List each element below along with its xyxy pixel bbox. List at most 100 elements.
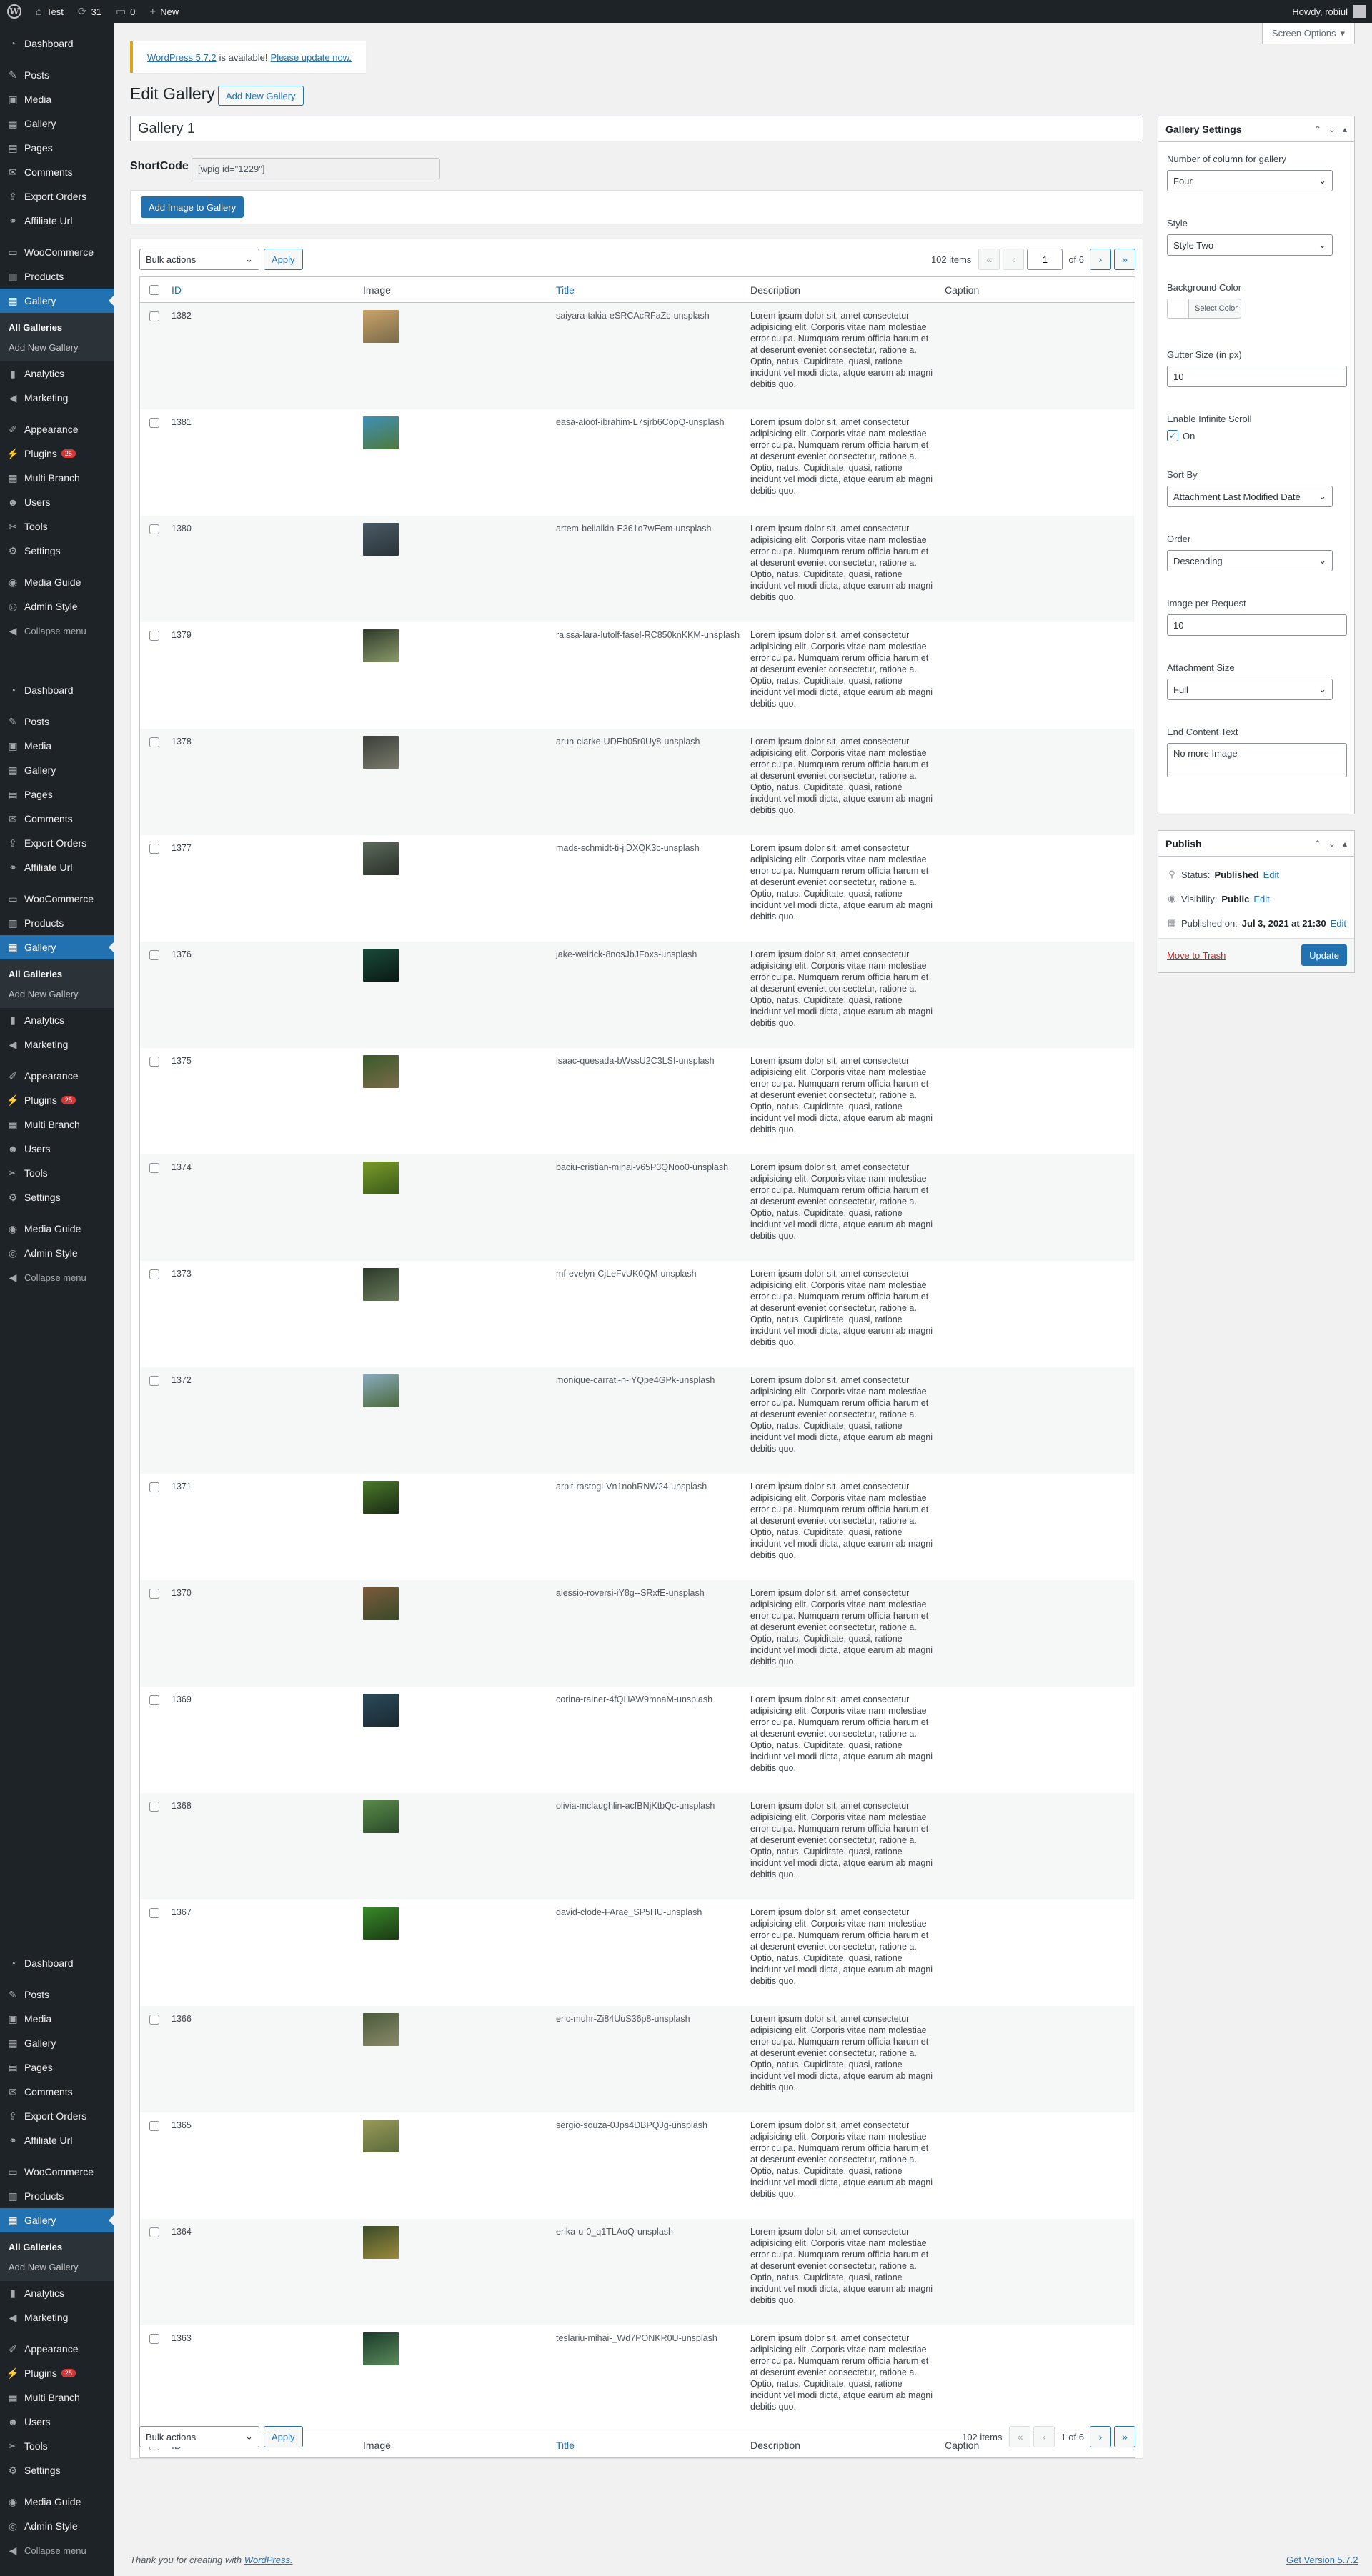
table-row[interactable]: 1367 david-clode-FArae_SP5HU-unsplash Lore…: [140, 1899, 1135, 2006]
row-checkbox[interactable]: [149, 1908, 159, 1918]
update-now-link[interactable]: Please update now.: [271, 52, 352, 63]
image-thumbnail[interactable]: [363, 949, 399, 982]
image-thumbnail[interactable]: [363, 1374, 399, 1407]
row-checkbox[interactable]: [149, 1057, 159, 1067]
table-row[interactable]: 1376 jake-weirick-8nosJbJFoxs-unsplash Lor…: [140, 942, 1135, 1048]
sidebar-item-comments[interactable]: ✉ Comments: [0, 160, 114, 184]
style-select[interactable]: Style Two ⌄: [1167, 234, 1333, 256]
sidebar-item-analytics[interactable]: ▮ Analytics: [0, 2281, 114, 2305]
row-checkbox[interactable]: [149, 1376, 159, 1386]
row-checkbox[interactable]: [149, 1482, 159, 1492]
sidebar-item-collapse-menu[interactable]: ◀ Collapse menu: [0, 2538, 114, 2562]
sidebar-item-dashboard[interactable]: ◔ Dashboard: [0, 1951, 114, 1975]
sidebar-item-export-orders[interactable]: ⇪ Export Orders: [0, 2104, 114, 2128]
image-thumbnail[interactable]: [363, 523, 399, 556]
sidebar-item-export-orders[interactable]: ⇪ Export Orders: [0, 831, 114, 855]
sidebar-item-woocommerce[interactable]: ▭ WooCommerce: [0, 240, 114, 264]
column-title[interactable]: Title: [556, 284, 750, 296]
sidebar-item-products[interactable]: ▥ Products: [0, 911, 114, 935]
sidebar-item-analytics[interactable]: ▮ Analytics: [0, 361, 114, 386]
image-thumbnail[interactable]: [363, 1587, 399, 1620]
row-checkbox[interactable]: [149, 844, 159, 854]
move-up-icon[interactable]: ⌃: [1314, 124, 1321, 134]
sidebar-item-collapse-menu[interactable]: ◀ Collapse menu: [0, 1265, 114, 1289]
table-row[interactable]: 1378 arun-clarke-UDEb05r0Uy8-unsplash Lore…: [140, 729, 1135, 835]
move-down-icon[interactable]: ⌄: [1328, 124, 1336, 134]
table-row[interactable]: 1372 monique-carrati-n-iYQpe4GPk-unsplash…: [140, 1367, 1135, 1474]
sidebar-item-media-guide[interactable]: ◉ Media Guide: [0, 1217, 114, 1241]
wp-logo-menu[interactable]: W: [0, 0, 29, 23]
sort-by-select[interactable]: Attachment Last Modified Date ⌄: [1167, 486, 1333, 507]
image-thumbnail[interactable]: [363, 1907, 399, 1940]
row-checkbox[interactable]: [149, 418, 159, 428]
image-thumbnail[interactable]: [363, 1694, 399, 1727]
sidebar-item-marketing[interactable]: ◀ Marketing: [0, 1032, 114, 1057]
sidebar-item-admin-style[interactable]: ◎ Admin Style: [0, 594, 114, 619]
sidebar-item-admin-style[interactable]: ◎ Admin Style: [0, 2514, 114, 2538]
table-row[interactable]: 1364 erika-u-0_q1TLAoQ-unsplash Lorem ipsu…: [140, 2219, 1135, 2325]
sidebar-item-affiliate-url[interactable]: ⚭ Affiliate Url: [0, 855, 114, 879]
sidebar-item-multi-branch[interactable]: ▦ Multi Branch: [0, 466, 114, 490]
row-checkbox[interactable]: [149, 2334, 159, 2344]
order-select[interactable]: Descending ⌄: [1167, 550, 1333, 571]
table-row[interactable]: 1366 eric-muhr-Zi84UuS36p8-unsplash Lorem …: [140, 2006, 1135, 2112]
table-row[interactable]: 1371 arpit-rastogi-Vn1nohRNW24-unsplash Lo…: [140, 1474, 1135, 1580]
image-thumbnail[interactable]: [363, 310, 399, 343]
get-version-link[interactable]: Get Version 5.7.2: [1286, 2555, 1358, 2565]
image-thumbnail[interactable]: [363, 2226, 399, 2259]
sidebar-item-products[interactable]: ▥ Products: [0, 2184, 114, 2208]
sidebar-item-posts[interactable]: ✎ Posts: [0, 1982, 114, 2007]
image-thumbnail[interactable]: [363, 629, 399, 662]
row-checkbox[interactable]: [149, 737, 159, 747]
apply-button[interactable]: Apply: [264, 2426, 303, 2447]
sidebar-item-gallery[interactable]: ▦ Gallery: [0, 758, 114, 782]
move-to-trash-link[interactable]: Move to Trash: [1167, 950, 1226, 961]
sidebar-item-marketing[interactable]: ◀ Marketing: [0, 386, 114, 410]
sidebar-item-media-guide[interactable]: ◉ Media Guide: [0, 2490, 114, 2514]
table-row[interactable]: 1379 raissa-lara-lutolf-fasel-RC850knKKM-…: [140, 622, 1135, 729]
sidebar-item-appearance[interactable]: ✐ Appearance: [0, 1064, 114, 1088]
sidebar-item-media-guide[interactable]: ◉ Media Guide: [0, 570, 114, 594]
sidebar-item-plugins[interactable]: ⚡ Plugins 25: [0, 2361, 114, 2385]
sidebar-item-affiliate-url[interactable]: ⚭ Affiliate Url: [0, 209, 114, 233]
row-checkbox[interactable]: [149, 1589, 159, 1599]
row-checkbox[interactable]: [149, 311, 159, 321]
next-page-button[interactable]: ›: [1090, 2426, 1111, 2447]
wordpress-link[interactable]: WordPress.: [244, 2555, 293, 2565]
row-checkbox[interactable]: [149, 524, 159, 534]
sidebar-item-users[interactable]: ☻ Users: [0, 1137, 114, 1161]
row-checkbox[interactable]: [149, 1695, 159, 1705]
gallery-title-input[interactable]: [130, 116, 1143, 141]
avatar[interactable]: [1353, 5, 1366, 18]
shortcode-field[interactable]: [192, 158, 440, 179]
move-down-icon[interactable]: ⌄: [1328, 839, 1336, 849]
next-page-button[interactable]: ›: [1090, 249, 1111, 270]
sidebar-item-settings[interactable]: ⚙ Settings: [0, 539, 114, 563]
table-row[interactable]: 1370 alessio-roversi-iY8g--SRxfE-unsplash…: [140, 1580, 1135, 1687]
image-thumbnail[interactable]: [363, 1268, 399, 1301]
sidebar-item-users[interactable]: ☻ Users: [0, 2410, 114, 2434]
image-thumbnail[interactable]: [363, 2332, 399, 2365]
submenu-item-all-galleries[interactable]: All Galleries: [0, 964, 114, 984]
sidebar-item-settings[interactable]: ⚙ Settings: [0, 2458, 114, 2482]
row-checkbox[interactable]: [149, 2121, 159, 2131]
sidebar-item-posts[interactable]: ✎ Posts: [0, 63, 114, 87]
submenu-item-add-new-gallery[interactable]: Add New Gallery: [0, 984, 114, 1004]
table-row[interactable]: 1368 olivia-mclaughlin-acfBNjKtbQc-unspla…: [140, 1793, 1135, 1899]
image-thumbnail[interactable]: [363, 1800, 399, 1833]
table-row[interactable]: 1381 easa-aloof-ibrahim-L7sjrb6CopQ-unspl…: [140, 409, 1135, 516]
image-thumbnail[interactable]: [363, 2013, 399, 2046]
sidebar-item-gallery[interactable]: ▦ Gallery: [0, 2208, 114, 2232]
attachment-size-select[interactable]: Full ⌄: [1167, 679, 1333, 700]
table-row[interactable]: 1380 artem-beliaikin-E361o7wEem-unsplash L…: [140, 516, 1135, 622]
table-row[interactable]: 1365 sergio-souza-0Jps4DBPQJg-unsplash Lor…: [140, 2112, 1135, 2219]
last-page-button[interactable]: »: [1114, 249, 1135, 270]
submenu-item-all-galleries[interactable]: All Galleries: [0, 2237, 114, 2257]
sidebar-item-posts[interactable]: ✎ Posts: [0, 709, 114, 734]
sidebar-item-gallery[interactable]: ▦ Gallery: [0, 289, 114, 313]
row-checkbox[interactable]: [149, 2015, 159, 2025]
table-row[interactable]: 1363 teslariu-mihai-_Wd7PONKR0U-unsplash L…: [140, 2325, 1135, 2432]
sidebar-item-pages[interactable]: ▤ Pages: [0, 136, 114, 160]
submenu-item-all-galleries[interactable]: All Galleries: [0, 317, 114, 337]
updates-menu[interactable]: ⟳ 31: [71, 0, 109, 23]
